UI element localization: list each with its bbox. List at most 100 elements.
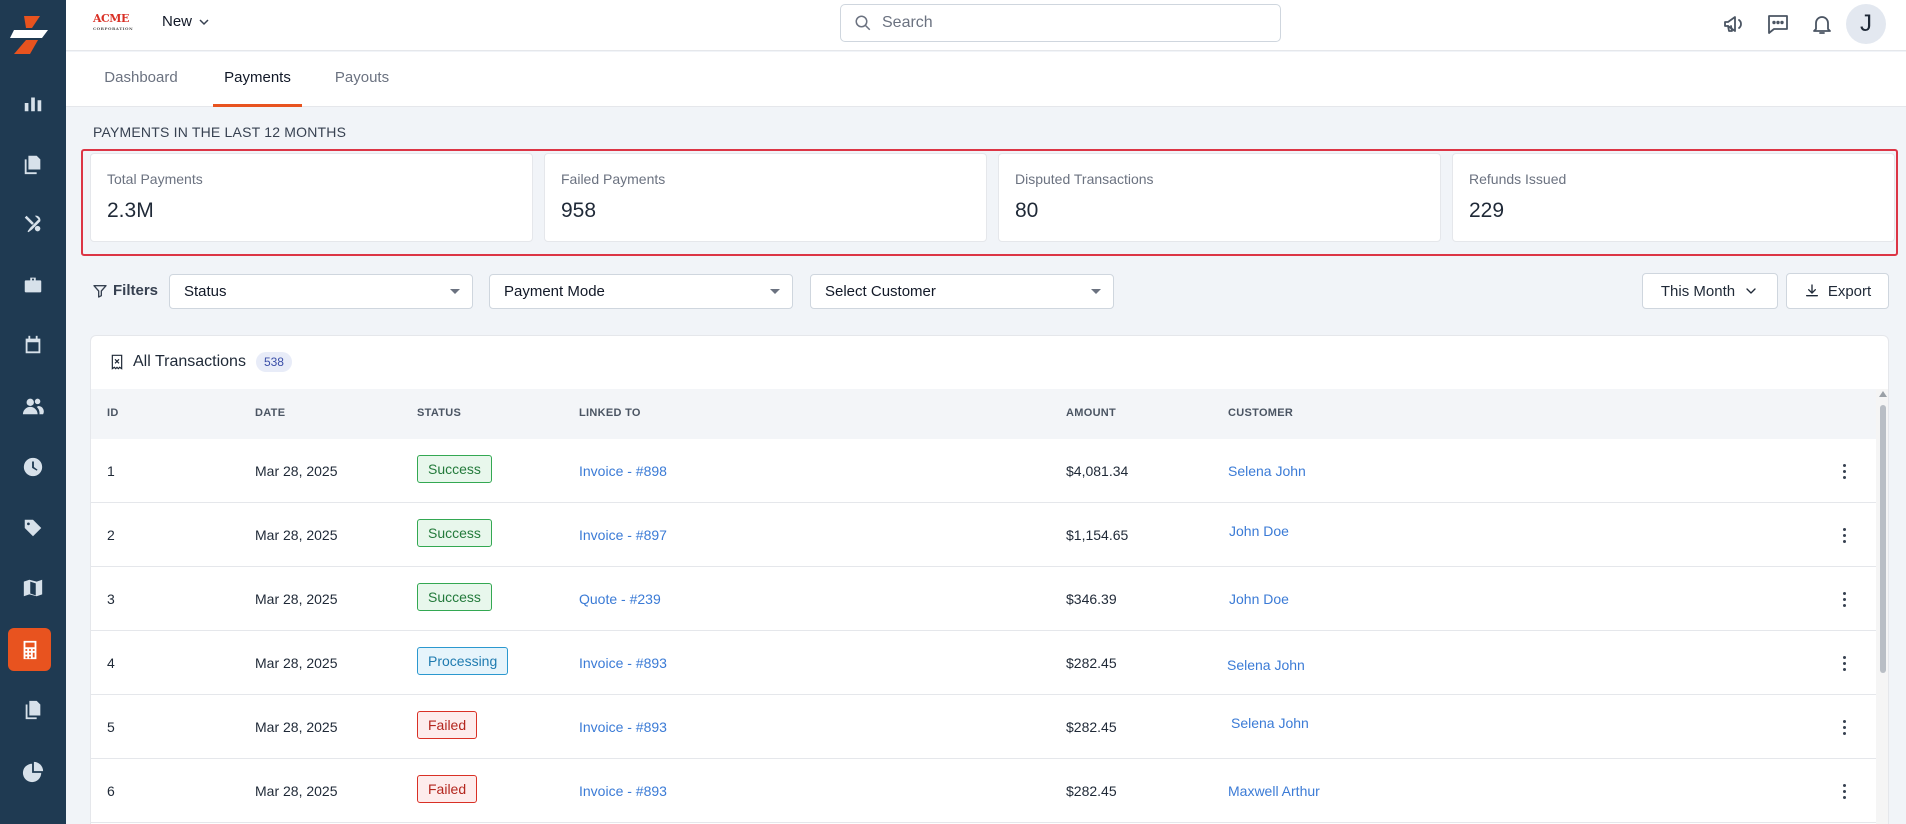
status-badge: Success [417, 583, 492, 611]
row-id: 6 [107, 783, 115, 799]
row-date: Mar 28, 2025 [255, 527, 338, 543]
column-header-id[interactable]: ID [107, 407, 119, 419]
row-actions-icon[interactable] [1836, 524, 1852, 546]
chevron-down-icon [1746, 288, 1756, 294]
row-actions-icon[interactable] [1836, 716, 1852, 738]
column-header-status[interactable]: STATUS [417, 407, 461, 419]
stat-value: 229 [1469, 199, 1505, 222]
calculator-icon[interactable] [8, 628, 51, 671]
row-id: 4 [107, 655, 115, 671]
period-dropdown[interactable]: This Month [1642, 273, 1778, 309]
stat-value: 958 [561, 199, 597, 222]
tab-payouts[interactable]: Payouts [332, 52, 392, 107]
new-menu-button[interactable]: New [162, 13, 210, 30]
table-scrollbar[interactable] [1876, 389, 1888, 824]
tag-icon[interactable] [13, 508, 53, 548]
payment-mode-select[interactable]: Payment Mode [489, 274, 793, 309]
row-actions-icon[interactable] [1836, 588, 1852, 610]
row-date: Mar 28, 2025 [255, 591, 338, 607]
table-row[interactable]: 4 Mar 28, 2025 Processing Invoice - #893… [91, 631, 1876, 695]
row-actions-icon[interactable] [1836, 652, 1852, 674]
row-actions-icon[interactable] [1836, 460, 1852, 482]
export-label: Export [1827, 282, 1872, 300]
status-badge: Failed [417, 775, 478, 803]
export-button[interactable]: Export [1786, 273, 1889, 309]
column-header-customer[interactable]: CUSTOMER [1228, 407, 1293, 419]
stat-value: 2.3M [107, 199, 154, 222]
stat-label: Failed Payments [561, 171, 666, 187]
bell-icon[interactable] [1809, 11, 1835, 37]
period-dropdown-label: This Month [1660, 282, 1736, 300]
linked-document-link[interactable]: Invoice - #897 [579, 527, 667, 543]
sidebar [0, 0, 66, 824]
tools-icon[interactable] [13, 204, 53, 244]
linked-document-link[interactable]: Invoice - #893 [579, 783, 667, 799]
reports-icon[interactable] [13, 83, 53, 123]
avatar[interactable]: J [1846, 4, 1886, 44]
brand-logo[interactable]: ACME CORPORATION [93, 13, 134, 34]
stat-value: 80 [1015, 199, 1039, 222]
table-row[interactable]: 5 Mar 28, 2025 Failed Invoice - #893 $28… [91, 695, 1876, 759]
download-icon [1805, 284, 1818, 297]
people-icon[interactable] [13, 386, 53, 426]
row-id: 3 [107, 591, 115, 607]
scrollbar-thumb[interactable] [1880, 405, 1886, 673]
new-menu-label: New [162, 13, 193, 30]
customer-select[interactable]: Select Customer [810, 274, 1114, 309]
row-amount: $4,081.34 [1066, 463, 1129, 479]
search-box[interactable] [840, 4, 1281, 42]
stat-card-refunds-issued: Refunds Issued 229 [1452, 153, 1895, 242]
customer-link[interactable]: John Doe [1229, 591, 1289, 607]
customer-link[interactable]: Selena John [1231, 715, 1309, 731]
column-header-date[interactable]: DATE [255, 407, 285, 419]
tab-payments[interactable]: Payments [213, 52, 302, 107]
briefcase-icon[interactable] [13, 265, 53, 305]
row-amount: $1,154.65 [1066, 527, 1129, 543]
table-row[interactable]: 1 Mar 28, 2025 Success Invoice - #898 $4… [91, 439, 1876, 503]
filters-button[interactable]: Filters [92, 282, 158, 299]
app-logo-icon[interactable] [10, 14, 52, 56]
clock-icon[interactable] [13, 447, 53, 487]
pie-chart-icon[interactable] [13, 752, 53, 792]
table-row[interactable]: 6 Mar 28, 2025 Failed Invoice - #893 $28… [91, 759, 1876, 823]
row-id: 1 [107, 463, 115, 479]
linked-document-link[interactable]: Quote - #239 [579, 591, 661, 607]
customer-link[interactable]: John Doe [1229, 523, 1289, 539]
table-header: ID DATE STATUS LINKED TO AMOUNT CUSTOMER [91, 389, 1876, 439]
sub-navigation: Dashboard Payments Payouts [66, 52, 1906, 107]
search-input[interactable] [882, 14, 1262, 32]
scroll-up-icon[interactable] [1879, 391, 1887, 397]
row-id: 5 [107, 719, 115, 735]
status-badge: Success [417, 455, 492, 483]
linked-document-link[interactable]: Invoice - #893 [579, 719, 667, 735]
calendar-icon[interactable] [13, 325, 53, 365]
column-header-linked-to[interactable]: LINKED TO [579, 407, 641, 419]
table-row[interactable]: 2 Mar 28, 2025 Success Invoice - #897 $1… [91, 503, 1876, 567]
stat-card-disputed-transactions: Disputed Transactions 80 [998, 153, 1441, 242]
tab-dashboard[interactable]: Dashboard [101, 52, 181, 107]
documents-icon[interactable] [13, 144, 53, 184]
status-badge: Failed [417, 711, 478, 739]
brand-logo-subtext: CORPORATION [93, 26, 134, 31]
table-row[interactable]: 3 Mar 28, 2025 Success Quote - #239 $346… [91, 567, 1876, 631]
row-date: Mar 28, 2025 [255, 655, 338, 671]
customer-link[interactable]: Selena John [1227, 657, 1305, 673]
files-icon[interactable] [13, 690, 53, 730]
chat-icon[interactable] [1765, 11, 1791, 37]
linked-document-link[interactable]: Invoice - #893 [579, 655, 667, 671]
row-date: Mar 28, 2025 [255, 783, 338, 799]
transactions-card: All Transactions 538 ID DATE STATUS LINK… [90, 335, 1889, 824]
announcements-icon[interactable] [1721, 11, 1747, 37]
row-amount: $282.45 [1066, 655, 1117, 671]
row-amount: $282.45 [1066, 783, 1117, 799]
linked-document-link[interactable]: Invoice - #898 [579, 463, 667, 479]
column-header-amount[interactable]: AMOUNT [1066, 407, 1116, 419]
customer-link[interactable]: Selena John [1228, 463, 1306, 479]
row-actions-icon[interactable] [1836, 780, 1852, 802]
caret-down-icon [1091, 289, 1101, 294]
transactions-count-badge: 538 [255, 352, 292, 372]
row-date: Mar 28, 2025 [255, 719, 338, 735]
status-select[interactable]: Status [169, 274, 473, 309]
customer-link[interactable]: Maxwell Arthur [1228, 783, 1320, 799]
map-icon[interactable] [13, 568, 53, 608]
